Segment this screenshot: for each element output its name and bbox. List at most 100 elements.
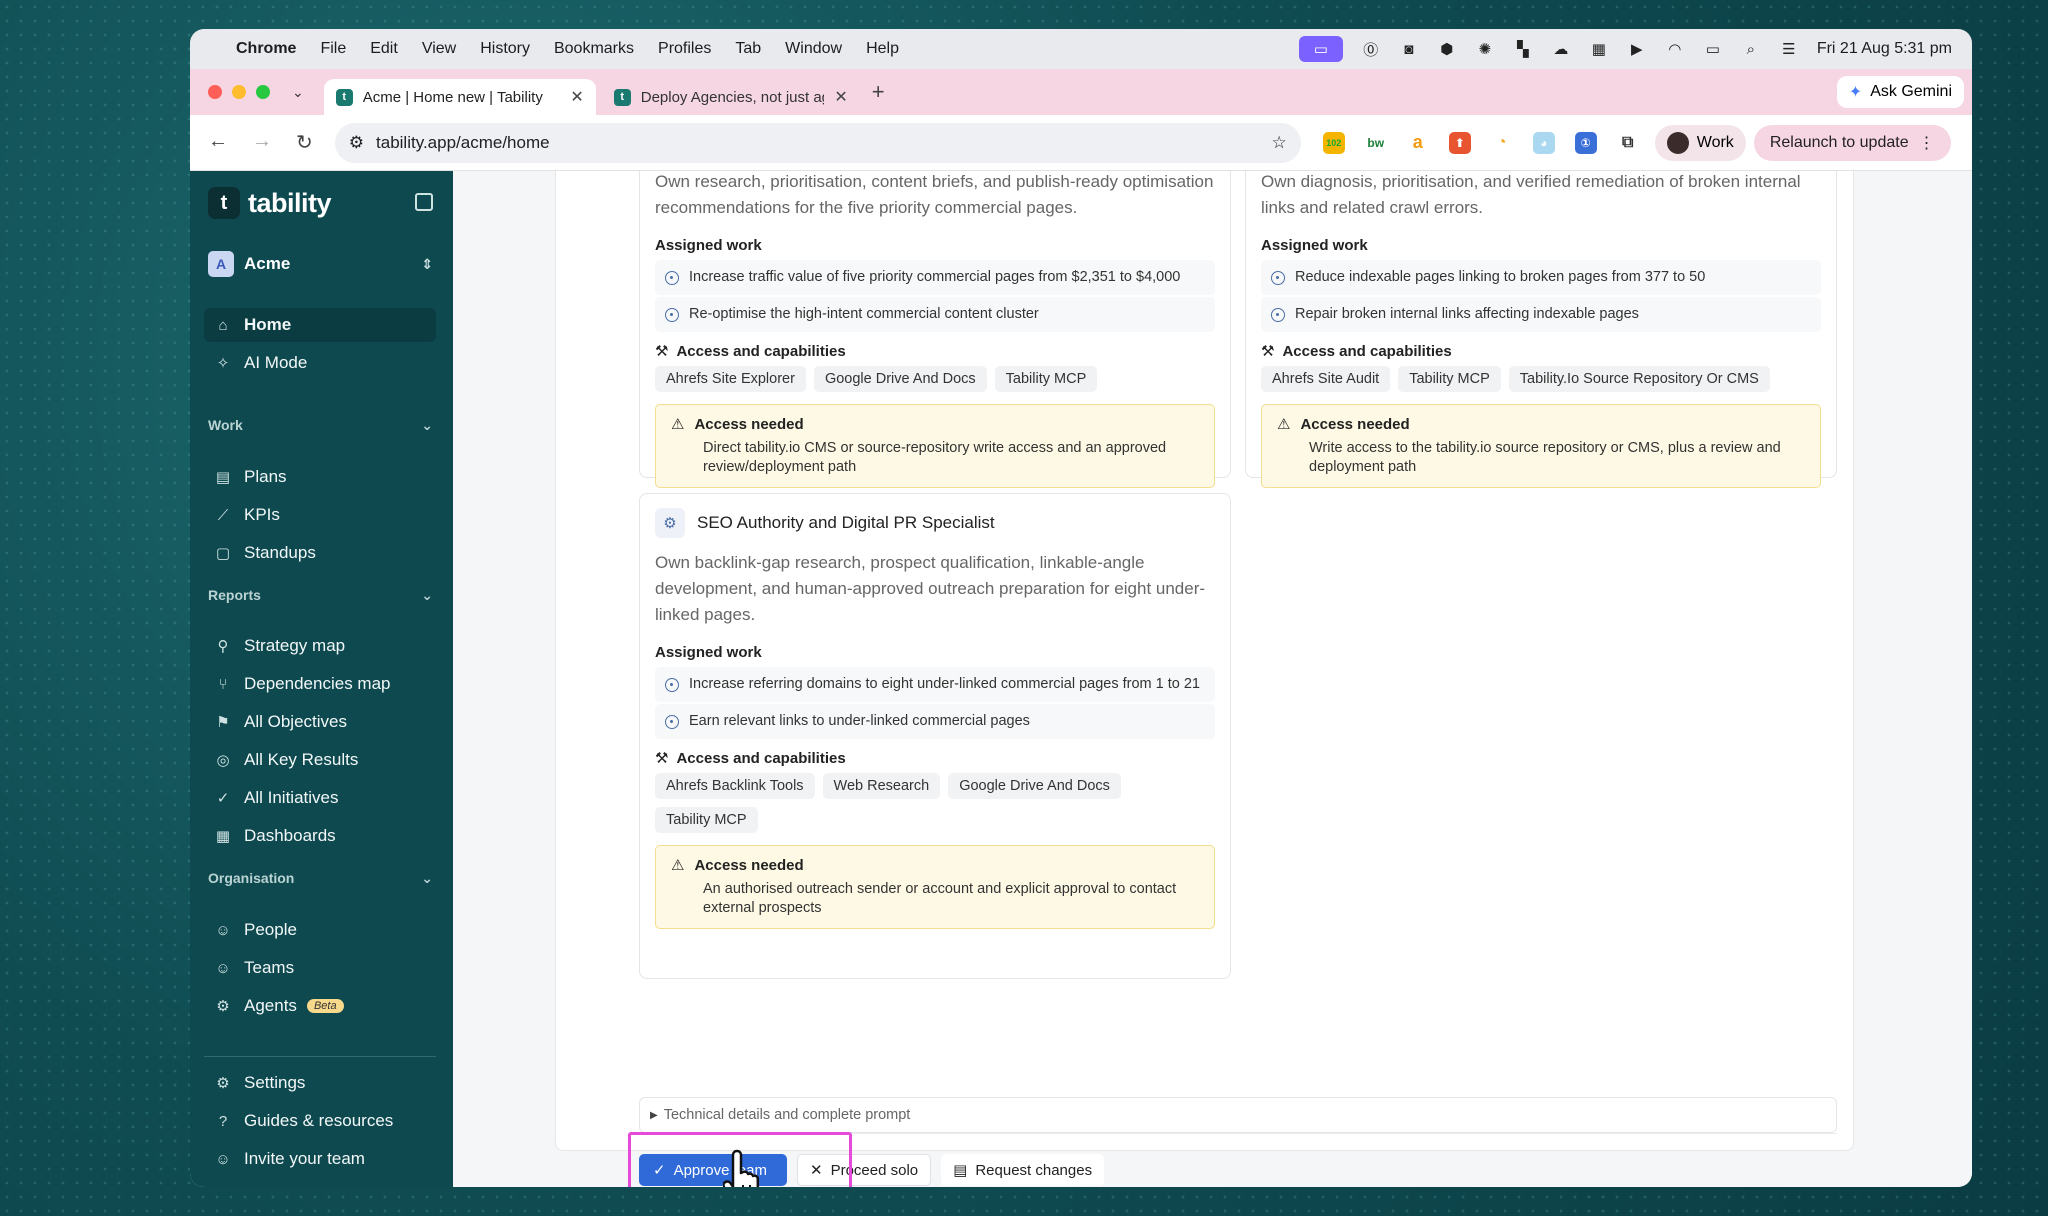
minimize-window-button[interactable] [232,85,246,99]
sidebar-item-all-initiatives[interactable]: ✓ All Initiatives [204,781,436,815]
gemini-sparkle-icon: ✦ [1848,84,1863,101]
assigned-work-item[interactable]: Reduce indexable pages linking to broken… [1261,260,1821,295]
sidebar-item-label: Guides & resources [244,1111,394,1130]
zoom-window-button[interactable] [256,85,270,99]
openai-icon[interactable]: ✺ [1475,40,1495,58]
sidebar-item-plans[interactable]: ▤ Plans [204,460,436,494]
close-tab-icon[interactable]: ✕ [570,87,583,107]
more-menu-icon[interactable]: ⋮ [1919,133,1935,153]
new-tab-plus-icon[interactable]: + [872,79,885,105]
wifi-icon[interactable]: ◠ [1665,40,1685,58]
battery-icon[interactable]: ▭ [1703,40,1723,58]
request-changes-button[interactable]: ▤ Request changes [941,1154,1105,1186]
relaunch-label: Relaunch to update [1769,133,1909,151]
section-title: Organisation [208,870,295,886]
control-center-icon[interactable]: ☰ [1779,40,1799,58]
close-tab-icon[interactable]: ✕ [834,87,847,107]
menu-profiles[interactable]: Profiles [658,40,711,58]
alert-title: Access needed [694,415,804,433]
profile-chip[interactable]: Work [1654,124,1746,161]
amazon-extension-icon[interactable]: a [1406,131,1429,154]
layout-icon[interactable]: ▦ [1589,40,1609,58]
onepassword-extension-icon[interactable]: ① [1574,131,1597,154]
reload-icon[interactable]: ↻ [296,130,313,155]
assigned-work-item[interactable]: Re-optimise the high-intent commercial c… [655,297,1215,332]
agent-card-content-seo: Own research, prioritisation, content br… [639,171,1231,488]
menu-window[interactable]: Window [785,40,842,58]
site-settings-icon[interactable]: ⚙ [349,133,364,153]
sidebar-item-standups[interactable]: ▢ Standups [204,536,436,570]
menubar-clock[interactable]: Fri 21 Aug 5:31 pm [1817,40,1952,58]
sidebar-item-guides[interactable]: ? Guides & resources [204,1104,436,1138]
back-arrow-icon[interactable]: ← [208,130,228,155]
tability-logo[interactable]: t tability [208,187,332,219]
sidebar-section-organisation[interactable]: Organisation ⌄ [208,870,433,887]
toolbox-extension-icon[interactable]: ⬆ [1448,131,1471,154]
assigned-work-item[interactable]: Earn relevant links to under-linked comm… [655,704,1215,739]
sidebar-item-invite[interactable]: ☺ Invite your team [204,1142,436,1176]
url-text[interactable]: tability.app/acme/home [376,133,1260,153]
forward-arrow-icon[interactable]: → [252,130,272,155]
sidebar-item-all-objectives[interactable]: ⚑ All Objectives [204,705,436,739]
capability-chip: Tability MCP [994,366,1098,392]
sidebar-item-people[interactable]: ☺ People [204,913,436,947]
bubble-extension-icon[interactable]: ◕ [1532,131,1555,154]
bookmark-star-icon[interactable]: ☆ [1272,133,1287,153]
weather-icon[interactable]: ☁ [1551,40,1571,58]
capability-chip: Google Drive And Docs [813,366,987,392]
omnibox[interactable]: ⚙ tability.app/acme/home ☆ [334,122,1301,163]
extensions-puzzle-icon[interactable]: ⧉ [1616,131,1639,154]
assigned-work-item[interactable]: Increase referring domains to eight unde… [655,667,1215,702]
sidebar-item-agents[interactable]: ⚙ Agents Beta [204,989,436,1023]
cube-icon[interactable]: ⬢ [1437,40,1457,58]
password-manager-icon[interactable]: ⓪ [1361,40,1381,59]
menu-file[interactable]: File [320,40,346,58]
technical-details-disclosure[interactable]: ▶ Technical details and complete prompt [639,1097,1837,1133]
help-circle-icon: ? [218,1112,228,1130]
sidebar-item-kpis[interactable]: ⟋ KPIs [204,498,436,532]
relaunch-to-update-button[interactable]: Relaunch to update ⋮ [1753,124,1951,161]
disclosure-triangle-icon: ▶ [650,1109,658,1121]
chevron-down-icon[interactable]: ⌄ [421,870,433,887]
menu-help[interactable]: Help [866,40,899,58]
sidebar-section-work[interactable]: Work ⌄ [208,417,433,434]
close-window-button[interactable] [208,85,222,99]
map-icon[interactable]: ▚ [1513,40,1533,58]
sidebar-item-strategy-map[interactable]: ⚲ Strategy map [204,629,436,663]
play-icon[interactable]: ▶ [1627,40,1647,58]
chevron-down-icon[interactable]: ⌄ [421,417,433,434]
assigned-work-item[interactable]: Repair broken internal links affecting i… [1261,297,1821,332]
capability-chip: Ahrefs Site Explorer [655,366,806,392]
stop-icon[interactable]: ◙ [1399,40,1419,58]
spotlight-search-icon[interactable]: ⌕ [1741,40,1761,58]
assigned-work-item[interactable]: Increase traffic value of five priority … [655,260,1215,295]
section-title: Work [208,417,243,433]
collapse-sidebar-icon[interactable] [415,193,433,211]
sidebar-item-teams[interactable]: ☺ Teams [204,951,436,985]
bw-extension-icon[interactable]: bw [1364,131,1387,154]
menu-tab[interactable]: Tab [735,40,761,58]
tab-deploy-agencies[interactable]: t Deploy Agencies, not just agents ✕ [602,79,860,115]
extension-badge-icon[interactable]: 102 [1322,131,1345,154]
sidebar-item-settings[interactable]: ⚙ Settings [204,1066,436,1100]
menu-bookmarks[interactable]: Bookmarks [554,40,634,58]
workspace-switcher[interactable]: A Acme ⇕ [208,249,433,279]
sidebar-item-dependencies-map[interactable]: ⑂ Dependencies map [204,667,436,701]
chevron-down-icon[interactable]: ⌄ [421,587,433,604]
sidebar-item-dashboards[interactable]: ▦ Dashboards [204,819,436,853]
ask-gemini-button[interactable]: ✦ Ask Gemini [1836,76,1964,108]
menu-history[interactable]: History [480,40,530,58]
menu-app-name[interactable]: Chrome [236,40,296,58]
capability-chips: Ahrefs Site Audit Tability MCP Tability.… [1261,366,1821,392]
rss-extension-icon[interactable]: ◔ [1490,131,1513,154]
tab-tability-home[interactable]: t Acme | Home new | Tability ✕ [323,79,596,115]
tability-favicon-icon: t [335,88,353,106]
tab-search-chevron-icon[interactable]: ⌄ [292,84,304,101]
sidebar-section-reports[interactable]: Reports ⌄ [208,587,433,604]
sidebar-item-home[interactable]: ⌂ Home [204,308,436,342]
sidebar-item-all-key-results[interactable]: ◎ All Key Results [204,743,436,777]
menu-edit[interactable]: Edit [370,40,398,58]
screen-share-icon[interactable]: ▭ [1298,36,1343,62]
menu-view[interactable]: View [422,40,456,58]
sidebar-item-ai-mode[interactable]: ✧ AI Mode [204,346,436,380]
